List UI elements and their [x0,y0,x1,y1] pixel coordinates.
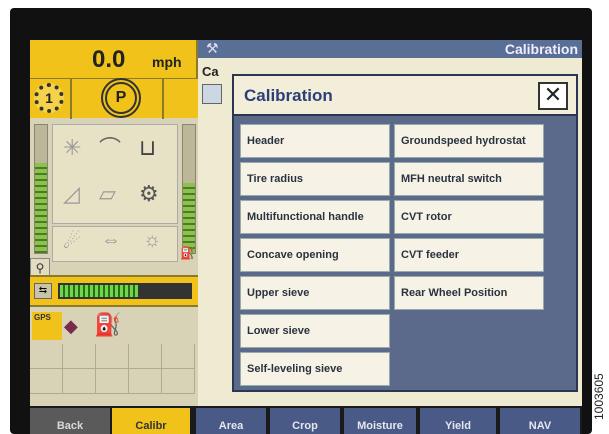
tab-back[interactable]: Back [30,408,110,434]
grid-cell [129,369,162,394]
left-level-bar [34,124,48,254]
grid-cell [162,369,195,394]
speed-display: 0.0 mph [30,40,198,78]
park-brake-icon: P [101,78,141,118]
gear-indicator: 1 [34,81,64,115]
calib-self-leveling-sieve-button[interactable]: Self-leveling sieve [240,352,390,386]
unload-icon: ⇆ [34,283,52,299]
calib-lower-sieve-button[interactable]: Lower sieve [240,314,390,348]
grid-cell [30,344,63,369]
close-button[interactable]: ✕ [538,82,568,110]
fuel-icon: ⛽ [180,246,195,260]
gps-icon[interactable]: GPS [32,312,62,340]
sieve-icon: ◿ [63,181,80,206]
calibration-dialog: Calibration ✕ Header Tire radius Multifu… [232,74,578,392]
calib-multifunctional-handle-button[interactable]: Multifunctional handle [240,200,390,234]
grid-cell [96,344,129,369]
speed-value: 0.0 [92,46,126,73]
calib-groundspeed-hydrostat-button[interactable]: Groundspeed hydrostat [394,124,544,158]
divider [162,79,164,119]
feeder-icon: ⌒ [99,136,122,161]
implement-icon[interactable]: ◆ [64,316,92,338]
monitor-screen: 0.0 mph 1 P ✳ ⌒ ⊔ ◿ ⏥ ⚙ ☄ ⇔ ☼ ⚲ ⛽ ⇆ GPS … [30,40,582,412]
park-indicator: P [76,78,166,118]
grain-tank-row: ⇆ [30,275,198,307]
calib-rear-wheel-position-button[interactable]: Rear Wheel Position [394,276,544,310]
calib-header-button[interactable]: Header [240,124,390,158]
rotor-icon: ⚙ [139,181,159,206]
dialog-title: Calibration [244,86,333,105]
divider [70,79,72,119]
right-level-bar [182,124,196,254]
grid-cell [129,344,162,369]
grid-cell [63,344,96,369]
calib-tire-radius-button[interactable]: Tire radius [240,162,390,196]
gear-icon: 1 [34,83,64,113]
calib-mfh-neutral-switch-button[interactable]: MFH neutral switch [394,162,544,196]
tab-area[interactable]: Area [196,408,266,434]
tab-calibr[interactable]: Calibr [112,408,190,434]
background-field [202,84,222,104]
figure-id: 1003605 [592,373,606,420]
header-icon: ⊔ [139,135,157,160]
calib-upper-sieve-button[interactable]: Upper sieve [240,276,390,310]
machine-diagram-lower: ☄ ⇔ ☼ [52,226,178,262]
grid-cell [162,344,195,369]
machine-diagram: ✳ ⌒ ⊔ ◿ ⏥ ⚙ [52,124,178,224]
grid-cell [96,369,129,394]
fuel-pump-icon[interactable]: ⛽ [94,312,124,342]
tab-moisture[interactable]: Moisture [344,408,416,434]
light-icon: ☼ [143,229,162,251]
gear-row: 1 P [30,78,198,119]
page-title: Calibration [504,41,578,57]
wrench-icon: ⚒ [206,40,219,56]
calib-cvt-feeder-button[interactable]: CVT feeder [394,238,544,272]
arrows-icon: ⇔ [101,229,121,251]
reel-icon: ✳ [63,135,82,160]
title-bar: ⚒ Calibration [198,40,582,58]
grid-cell [63,369,96,394]
tab-yield[interactable]: Yield [420,408,496,434]
gps-label: GPS [34,313,51,322]
grid-cell [30,369,63,394]
tab-nav[interactable]: NAV [500,408,580,434]
speed-unit: mph [152,54,182,70]
auger-icon: ⏥ [99,181,116,206]
background-label: Ca [202,64,219,79]
grain-tank-level-bar [58,283,192,299]
dialog-header: Calibration ✕ [234,76,576,116]
calib-cvt-rotor-button[interactable]: CVT rotor [394,200,544,234]
calib-concave-opening-button[interactable]: Concave opening [240,238,390,272]
left-status-panel: 0.0 mph 1 P ✳ ⌒ ⊔ ◿ ⏥ ⚙ ☄ ⇔ ☼ ⚲ ⛽ ⇆ GPS … [30,40,198,412]
tab-crop[interactable]: Crop [270,408,340,434]
bottom-tab-bar: Back Calibr Area Crop Moisture Yield NAV [30,406,582,434]
shortcut-grid: GPS ◆ ⛽ [30,310,198,412]
spreader-icon: ☄ [63,231,81,253]
